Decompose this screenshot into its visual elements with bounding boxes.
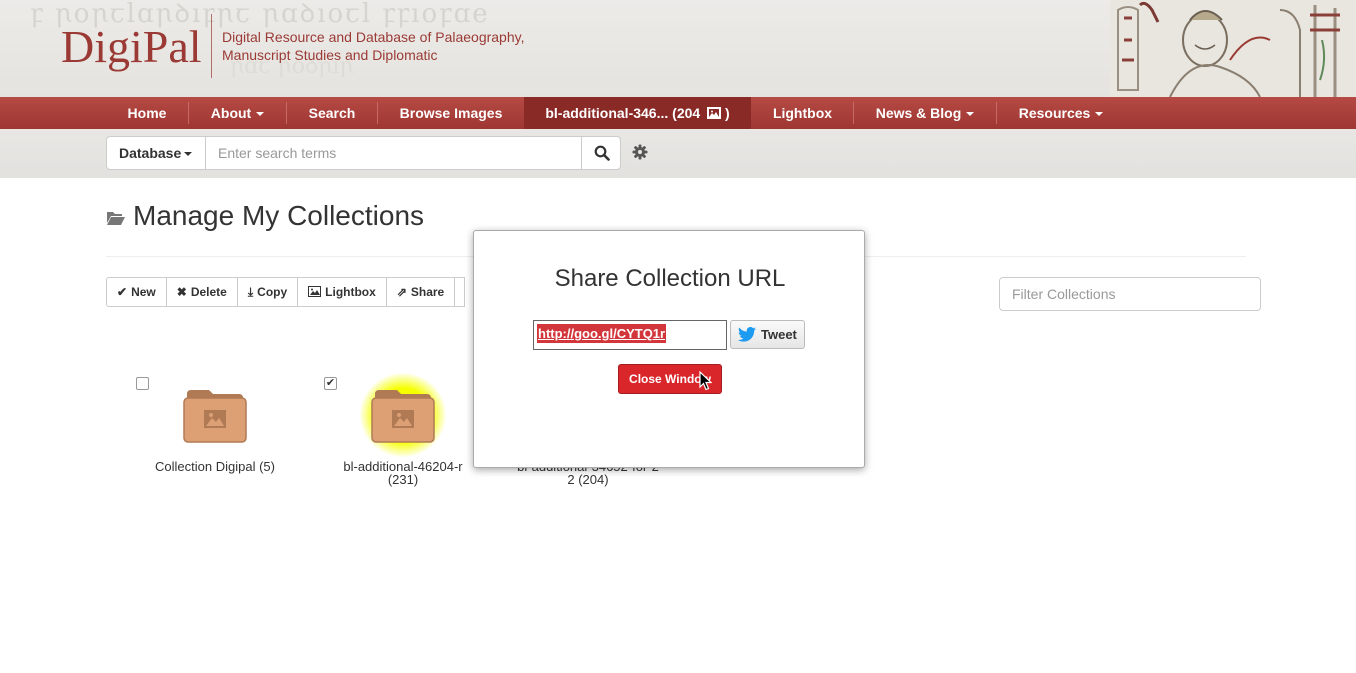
download-icon: ⤓: [247, 285, 254, 299]
share-button-label: Share: [410, 285, 445, 299]
nav-about-label: About: [210, 105, 252, 121]
folder-icon: [183, 390, 247, 443]
nav-search[interactable]: Search: [287, 97, 377, 129]
nav-lightbox-label: Lightbox: [772, 105, 833, 121]
new-button-label: New: [131, 285, 156, 299]
toolbar-hidden-button[interactable]: [455, 277, 466, 307]
main-navbar: Home About Search Browse Images bl-addit…: [0, 97, 1356, 129]
collection-label[interactable]: bl-additional-46204-r (231): [313, 460, 493, 486]
twitter-icon: [738, 327, 756, 342]
site-header: ꝼ ꞃoꞃꞇlɑꞃꝺıꝼꞃꞇ ꞃɑꝺıoꞇl ꝼꝼıoꝼɑe ꞃɑꞇ ꞃoꝺꞃı…: [0, 0, 1356, 97]
delete-button-label: Delete: [190, 285, 227, 299]
search-scope-label: Database: [119, 145, 182, 161]
tweet-button-label: Tweet: [761, 327, 797, 342]
copy-button-label: Copy: [257, 285, 288, 299]
share-icon: ⇗: [396, 285, 407, 299]
nav-lightbox[interactable]: Lightbox: [751, 97, 854, 129]
caret-down-icon: [1095, 112, 1104, 117]
site-tagline: Digital Resource and Database of Palaeog…: [222, 28, 524, 64]
collection-checkbox-checked[interactable]: ✔: [324, 377, 337, 390]
logo-divider: [211, 14, 212, 78]
search-input[interactable]: Enter search terms: [205, 136, 582, 170]
page-title: Manage My Collections: [133, 200, 425, 231]
nav-search-label: Search: [308, 105, 356, 121]
share-url-field[interactable]: http://goo.gl/CYTQ1r: [533, 320, 727, 350]
nav-news-blog-label: News & Blog: [875, 105, 962, 121]
mouse-cursor-icon: [699, 371, 712, 391]
image-icon: [707, 107, 722, 119]
collection-checkbox[interactable]: [136, 377, 149, 390]
share-url-text: http://goo.gl/CYTQ1r: [537, 324, 667, 343]
check-icon: ✔: [117, 285, 128, 299]
lightbox-button[interactable]: Lightbox: [298, 277, 387, 307]
tweet-button[interactable]: Tweet: [730, 320, 805, 349]
share-button[interactable]: ⇗ Share: [386, 277, 456, 307]
collection-label-line-2: 2 (204): [567, 472, 609, 487]
collection-label[interactable]: Collection Digipal (5): [125, 460, 305, 473]
caret-down-icon: [256, 112, 265, 117]
nav-browse-images-label: Browse Images: [399, 105, 503, 121]
share-collection-dialog: Share Collection URL http://goo.gl/CYTQ1…: [473, 230, 865, 468]
dialog-title: Share Collection URL: [554, 265, 786, 292]
search-scope-dropdown[interactable]: Database: [106, 136, 206, 170]
nav-current-collection-label: bl-additional-346... (204: [545, 105, 701, 121]
nav-current-collection-close-paren: ): [724, 105, 730, 121]
filter-collections-input[interactable]: Filter Collections: [999, 277, 1261, 311]
delete-button[interactable]: ✖ Delete: [166, 277, 238, 307]
nav-home[interactable]: Home: [106, 97, 188, 129]
tagline-line-1: Digital Resource and Database of Palaeog…: [222, 29, 525, 45]
search-icon: [594, 145, 610, 161]
caret-down-icon: [184, 152, 193, 157]
nav-current-collection[interactable]: bl-additional-346... (204 ): [524, 97, 751, 129]
tagline-line-2: Manuscript Studies and Diplomatic: [222, 47, 438, 63]
gear-icon[interactable]: [631, 143, 649, 161]
nav-resources[interactable]: Resources: [997, 97, 1125, 129]
copy-button[interactable]: ⤓ Copy: [237, 277, 299, 307]
new-button[interactable]: ✔ New: [106, 277, 167, 307]
folder-icon: [371, 390, 435, 443]
nav-news-blog[interactable]: News & Blog: [854, 97, 996, 129]
nav-resources-label: Resources: [1018, 105, 1091, 121]
caret-down-icon: [966, 112, 975, 117]
lightbox-button-label: Lightbox: [325, 285, 376, 299]
folder-open-icon: [107, 212, 125, 225]
remove-icon: ✖: [176, 285, 187, 299]
collection-label-line-2: (231): [387, 472, 419, 487]
nav-about[interactable]: About: [189, 97, 286, 129]
manuscript-illustration: [1110, 0, 1356, 97]
nav-home-label: Home: [127, 105, 167, 121]
collection-toolbar: ✔ New ✖ Delete ⤓ Copy Lightbox ⇗ Share: [106, 277, 466, 307]
image-icon: [308, 286, 322, 297]
site-logo[interactable]: DigiPal: [61, 20, 202, 73]
nav-browse-images[interactable]: Browse Images: [378, 97, 524, 129]
search-bar: Database Enter search terms: [0, 129, 1356, 178]
search-button[interactable]: [581, 136, 621, 170]
